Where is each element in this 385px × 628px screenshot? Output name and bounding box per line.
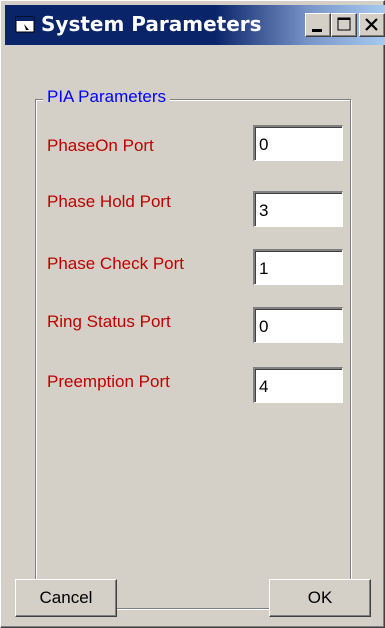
close-button[interactable] bbox=[359, 13, 385, 37]
system-parameters-window: System Parameters PIA Parameters PhaseOn… bbox=[0, 0, 385, 628]
minimize-button[interactable] bbox=[305, 13, 331, 37]
ring-status-port-input[interactable]: 0 bbox=[253, 307, 343, 343]
pia-parameters-group bbox=[35, 99, 351, 609]
cancel-button[interactable]: Cancel bbox=[15, 579, 117, 617]
ok-button[interactable]: OK bbox=[269, 579, 371, 617]
phase-hold-port-label: Phase Hold Port bbox=[47, 192, 171, 211]
phase-check-port-label: Phase Check Port bbox=[47, 254, 185, 273]
phase-check-port-input[interactable]: 1 bbox=[253, 249, 343, 285]
preemption-port-label: Preemption Port bbox=[47, 372, 170, 391]
phaseon-port-label: PhaseOn Port bbox=[47, 136, 154, 155]
group-legend: PIA Parameters bbox=[43, 87, 171, 107]
maximize-icon bbox=[337, 17, 351, 31]
preemption-port-input[interactable]: 4 bbox=[253, 367, 343, 403]
close-icon bbox=[365, 18, 378, 31]
phaseon-port-input[interactable]: 0 bbox=[253, 125, 343, 161]
minimize-icon bbox=[312, 29, 322, 32]
app-window-icon[interactable] bbox=[15, 15, 37, 35]
maximize-button[interactable] bbox=[331, 13, 357, 37]
ring-status-port-label: Ring Status Port bbox=[47, 312, 171, 331]
phase-hold-port-input[interactable]: 3 bbox=[253, 191, 343, 227]
title-bar[interactable]: System Parameters bbox=[5, 5, 385, 45]
window-title: System Parameters bbox=[41, 12, 262, 36]
